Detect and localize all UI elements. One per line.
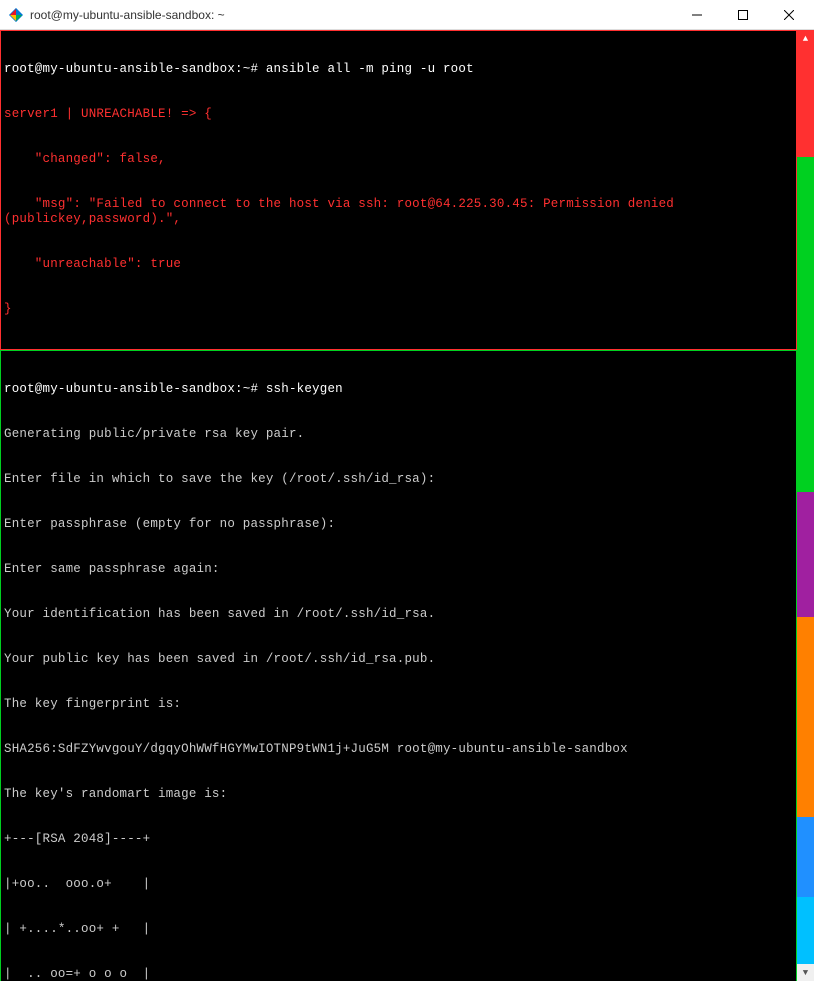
command-text: ansible all -m ping -u root [266,62,474,76]
output-line: The key's randomart image is: [4,787,793,802]
scroll-stripe-green [797,157,814,492]
output-line: Enter passphrase (empty for no passphras… [4,517,793,532]
scroll-stripe-purple [797,492,814,617]
output-line: SHA256:SdFZYwvgouY/dgqyOhWWfHGYMwIOTNP9t… [4,742,793,757]
output-line: Enter file in which to save the key (/ro… [4,472,793,487]
randomart-line: | +....*..oo+ + | [4,922,793,937]
error-line: } [4,302,793,317]
scroll-stripe-red [797,47,814,157]
randomart-line: | .. oo=+ o o o | [4,967,793,981]
output-line: Your public key has been saved in /root/… [4,652,793,667]
minimize-button[interactable] [674,1,720,29]
scroll-track[interactable] [797,47,814,964]
maximize-button[interactable] [720,1,766,29]
error-line: "msg": "Failed to connect to the host vi… [4,197,793,227]
window-titlebar: root@my-ubuntu-ansible-sandbox: ~ [0,0,814,30]
close-button[interactable] [766,1,812,29]
error-line: "unreachable": true [4,257,793,272]
vertical-scrollbar[interactable]: ▲ ▼ [797,30,814,981]
app-icon [8,7,24,23]
scroll-up-button[interactable]: ▲ [797,30,814,47]
output-block-sshkeygen: root@my-ubuntu-ansible-sandbox:~# ssh-ke… [0,350,797,981]
output-block-unreachable: root@my-ubuntu-ansible-sandbox:~# ansibl… [0,30,797,350]
randomart-line: +---[RSA 2048]----+ [4,832,793,847]
output-line: The key fingerprint is: [4,697,793,712]
randomart-line: |+oo.. ooo.o+ | [4,877,793,892]
output-line: Generating public/private rsa key pair. [4,427,793,442]
scroll-stripe-cyan [797,897,814,964]
command-text: ssh-keygen [266,382,343,396]
terminal[interactable]: root@my-ubuntu-ansible-sandbox:~# ansibl… [0,30,814,981]
window-title: root@my-ubuntu-ansible-sandbox: ~ [30,8,674,22]
prompt: root@my-ubuntu-ansible-sandbox:~# [4,62,258,76]
scroll-stripe-orange [797,617,814,817]
scroll-down-button[interactable]: ▼ [797,964,814,981]
output-line: Enter same passphrase again: [4,562,793,577]
prompt: root@my-ubuntu-ansible-sandbox:~# [4,382,258,396]
output-line: Your identification has been saved in /r… [4,607,793,622]
error-line: "changed": false, [4,152,793,167]
error-line: server1 | UNREACHABLE! => { [4,107,793,122]
scroll-stripe-blue [797,817,814,897]
